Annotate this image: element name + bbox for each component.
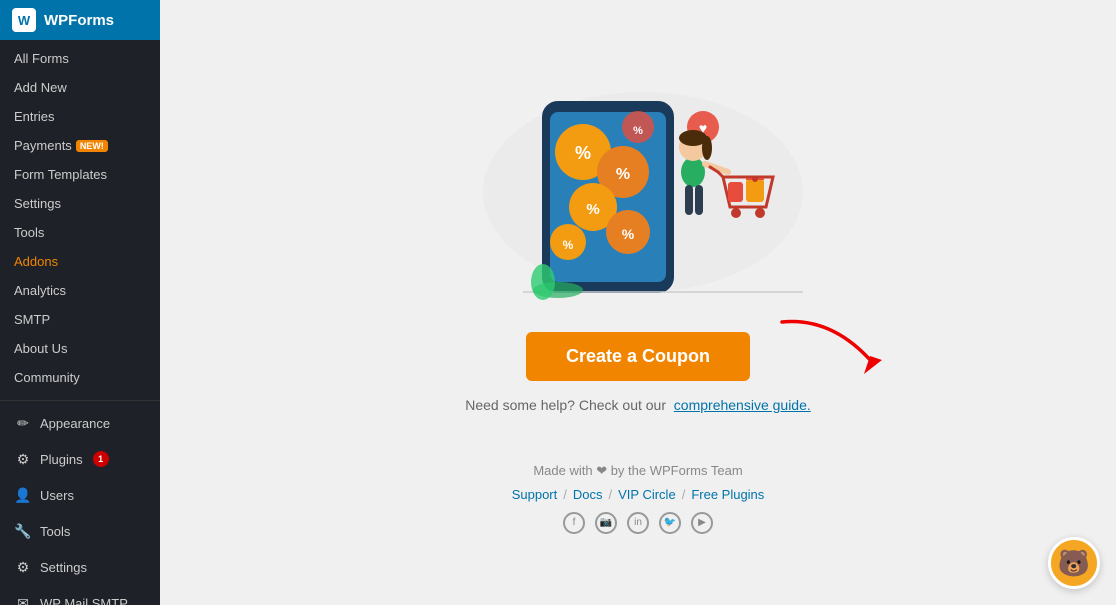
sidebar-item-community[interactable]: Community — [0, 363, 160, 392]
footer-social: f 📷 in 🐦 ▶ — [512, 512, 765, 534]
sidebar-divider — [0, 400, 160, 401]
sidebar-header[interactable]: W WPForms — [0, 0, 160, 40]
sidebar-item-settings[interactable]: Settings — [0, 189, 160, 218]
sidebar-item-analytics[interactable]: Analytics — [0, 276, 160, 305]
users-icon: 👤 — [14, 486, 32, 504]
twitter-icon[interactable]: 🐦 — [659, 512, 681, 534]
comprehensive-guide-link[interactable]: comprehensive guide. — [674, 397, 811, 413]
payments-new-badge: NEW! — [76, 140, 108, 152]
sidebar-item-appearance[interactable]: ✏ Appearance — [0, 405, 160, 441]
svg-text:%: % — [575, 143, 591, 163]
facebook-icon[interactable]: f — [563, 512, 585, 534]
mail-smtp-icon: ✉ — [14, 594, 32, 605]
svg-text:%: % — [563, 238, 574, 252]
sidebar-item-payments[interactable]: Payments NEW! — [0, 131, 160, 160]
sidebar-item-smtp[interactable]: SMTP — [0, 305, 160, 334]
sidebar-item-tools[interactable]: Tools — [0, 218, 160, 247]
sidebar-item-plugins[interactable]: ⚙ Plugins 1 — [0, 441, 160, 477]
sidebar-brand: WPForms — [44, 12, 114, 29]
sidebar-item-add-new[interactable]: Add New — [0, 73, 160, 102]
help-text: Need some help? Check out our comprehens… — [465, 397, 811, 413]
svg-text:%: % — [616, 166, 630, 183]
svg-text:%: % — [586, 201, 599, 218]
sidebar-item-wp-tools[interactable]: 🔧 Tools — [0, 513, 160, 549]
svg-text:%: % — [622, 226, 635, 242]
svg-text:%: % — [633, 125, 643, 137]
sidebar-item-addons[interactable]: Addons — [0, 247, 160, 276]
linkedin-icon[interactable]: in — [627, 512, 649, 534]
sidebar-nav: All Forms Add New Entries Payments NEW! … — [0, 40, 160, 396]
sidebar-item-about-us[interactable]: About Us — [0, 334, 160, 363]
coupon-btn-row: Create a Coupon — [526, 332, 750, 397]
sidebar-item-entries[interactable]: Entries — [0, 102, 160, 131]
footer-made-with: Made with ❤ by the WPForms Team — [512, 463, 765, 479]
plugins-badge: 1 — [93, 451, 109, 467]
sidebar-item-users[interactable]: 👤 Users — [0, 477, 160, 513]
footer-link-support[interactable]: Support — [512, 487, 558, 502]
arrow-annotation — [772, 312, 892, 392]
sidebar-item-wp-mail-smtp[interactable]: ✉ WP Mail SMTP — [0, 585, 160, 605]
appearance-icon: ✏ — [14, 414, 32, 432]
sidebar: W WPForms All Forms Add New Entries Paym… — [0, 0, 160, 605]
settings-icon: ⚙ — [14, 558, 32, 576]
plugins-icon: ⚙ — [14, 450, 32, 468]
footer-links: Support / Docs / VIP Circle / Free Plugi… — [512, 487, 765, 502]
footer-link-vip-circle[interactable]: VIP Circle — [618, 487, 676, 502]
sidebar-item-all-forms[interactable]: All Forms — [0, 44, 160, 73]
bear-mascot[interactable]: 🐻 — [1048, 537, 1100, 589]
sidebar-item-wp-settings[interactable]: ⚙ Settings — [0, 549, 160, 585]
footer-link-free-plugins[interactable]: Free Plugins — [691, 487, 764, 502]
footer-link-docs[interactable]: Docs — [573, 487, 603, 502]
coupon-illustration: % % % % % % ♥ — [463, 72, 813, 312]
youtube-icon[interactable]: ▶ — [691, 512, 713, 534]
instagram-icon[interactable]: 📷 — [595, 512, 617, 534]
sidebar-item-form-templates[interactable]: Form Templates — [0, 160, 160, 189]
create-coupon-button[interactable]: Create a Coupon — [526, 332, 750, 381]
main-content: % % % % % % ♥ — [160, 0, 1116, 605]
wpforms-logo-icon: W — [12, 8, 36, 32]
tools-icon: 🔧 — [14, 522, 32, 540]
footer: Made with ❤ by the WPForms Team Support … — [512, 463, 765, 534]
